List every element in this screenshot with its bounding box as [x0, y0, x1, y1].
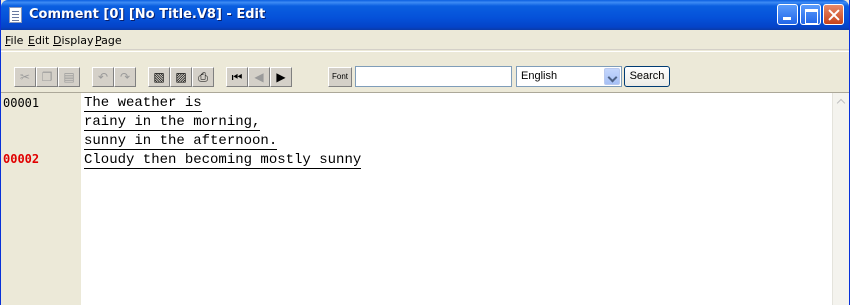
menu-display[interactable]: Display	[53, 34, 94, 47]
cut-icon: ✂	[19, 70, 31, 84]
chevron-down-icon[interactable]	[604, 68, 620, 85]
font-button[interactable]: Font	[328, 67, 352, 87]
copy-page-button[interactable]: ▨	[170, 67, 192, 87]
copy-page-icon: ▨	[175, 70, 187, 84]
line-number-active: 00002	[3, 152, 40, 166]
next-page-button[interactable]: ▶	[270, 67, 292, 87]
editor-area[interactable]: 00001 00002 The weather is rainy in the …	[1, 93, 849, 305]
redo-icon: ↷	[119, 70, 131, 84]
line-number-gutter: 00001 00002	[1, 93, 81, 305]
undo-button[interactable]: ↶	[92, 67, 114, 87]
text-line[interactable]: Cloudy then becoming mostly sunny	[84, 152, 362, 169]
print-icon: ⎙	[198, 70, 208, 84]
undo-icon: ↶	[97, 70, 109, 84]
search-input[interactable]	[355, 66, 512, 87]
scroll-up-icon[interactable]	[833, 93, 850, 110]
copy-icon: ❐	[41, 70, 53, 84]
maximize-button[interactable]	[800, 4, 821, 25]
minimize-button[interactable]	[777, 4, 798, 25]
first-page-button[interactable]: ⏮	[226, 67, 248, 87]
next-page-icon: ▶	[276, 70, 286, 84]
previous-page-icon: ◀	[254, 70, 264, 84]
editor-window: Comment [0] [No Title.V8] - Edit File Ed…	[0, 0, 850, 305]
text-line[interactable]: The weather is	[84, 95, 202, 112]
menu-page[interactable]: Page	[95, 34, 122, 47]
paste-button[interactable]: ▤	[58, 67, 80, 87]
vertical-scrollbar[interactable]	[832, 93, 849, 305]
paste-icon: ▤	[63, 70, 75, 84]
menu-edit[interactable]: Edit	[28, 34, 49, 47]
toolbar: ✂ ❐ ▤ ↶ ↷ ▧ ▨ ⎙ ⏮ ◀ ▶ Font English Searc…	[1, 51, 849, 93]
search-button[interactable]: Search	[624, 66, 670, 87]
copy-button[interactable]: ❐	[36, 67, 58, 87]
insert-page-button[interactable]: ▧	[148, 67, 170, 87]
close-button[interactable]	[823, 4, 844, 25]
menu-file[interactable]: File	[5, 34, 23, 47]
text-line[interactable]: rainy in the morning,	[84, 114, 261, 131]
cut-button[interactable]: ✂	[14, 67, 36, 87]
previous-page-button[interactable]: ◀	[248, 67, 270, 87]
title-bar[interactable]: Comment [0] [No Title.V8] - Edit	[1, 0, 849, 30]
document-icon	[9, 7, 22, 23]
language-value: English	[521, 70, 558, 82]
redo-button[interactable]: ↷	[114, 67, 136, 87]
window-title: Comment [0] [No Title.V8] - Edit	[29, 7, 266, 22]
menu-bar: File Edit Display Page	[1, 30, 849, 50]
line-number: 00001	[3, 96, 40, 110]
text-line[interactable]: sunny in the afternoon.	[84, 133, 278, 150]
first-page-icon: ⏮	[231, 70, 243, 84]
insert-page-icon: ▧	[153, 70, 165, 84]
language-select[interactable]: English	[516, 66, 622, 87]
print-button[interactable]: ⎙	[192, 67, 214, 87]
